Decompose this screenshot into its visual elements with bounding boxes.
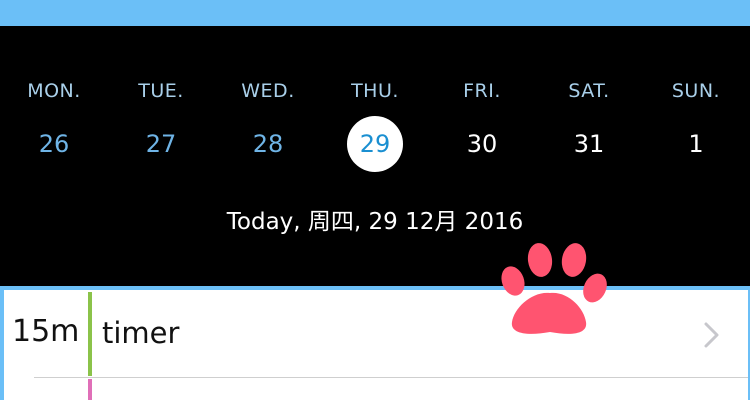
day-number: 30 (466, 130, 498, 158)
day-mon[interactable]: MON. 26 (0, 78, 108, 172)
day-number-wrap: 1 (668, 116, 724, 172)
day-name: THU. (351, 80, 399, 102)
day-sun[interactable]: SUN. 1 (642, 78, 750, 172)
day-number-wrap: 31 (561, 116, 617, 172)
entries-list: 15m timer (4, 290, 748, 400)
paw-print-icon (501, 243, 607, 334)
day-number-selected: 29 (359, 130, 391, 158)
entry-duration: 15m (12, 314, 80, 349)
next-entry-color-bar (88, 379, 92, 400)
day-number: 26 (38, 130, 70, 158)
day-name: SAT. (568, 80, 610, 102)
day-wed[interactable]: WED. 28 (214, 78, 322, 172)
day-number: 31 (573, 130, 605, 158)
day-number-wrap: 28 (240, 116, 296, 172)
day-tue[interactable]: TUE. 27 (107, 78, 215, 172)
day-number: 27 (145, 130, 177, 158)
day-number: 28 (252, 130, 284, 158)
row-divider (34, 377, 748, 378)
day-number: 1 (688, 130, 704, 158)
day-number-wrap: 30 (454, 116, 510, 172)
day-name: SUN. (671, 80, 721, 102)
day-name: WED. (241, 80, 295, 102)
day-name: MON. (27, 80, 81, 102)
day-name: TUE. (138, 80, 184, 102)
day-number-wrap: 27 (133, 116, 189, 172)
day-fri[interactable]: FRI. 30 (428, 78, 536, 172)
today-date-label: Today, 周四, 29 12月 2016 (226, 209, 524, 235)
entry-color-bar (88, 292, 92, 376)
top-status-bar (0, 0, 750, 26)
entry-title: timer (102, 316, 180, 350)
selected-day-circle: 29 (347, 116, 403, 172)
chevron-right-icon[interactable] (696, 320, 726, 350)
day-number-wrap: 26 (26, 116, 82, 172)
day-name: FRI. (463, 80, 501, 102)
list-item[interactable]: 15m timer (4, 290, 748, 378)
day-thu[interactable]: THU. 29 (321, 78, 429, 172)
week-strip: MON. 26 TUE. 27 WED. 28 THU. 29 FRI. 30 … (0, 26, 750, 286)
day-sat[interactable]: SAT. 31 (535, 78, 643, 172)
